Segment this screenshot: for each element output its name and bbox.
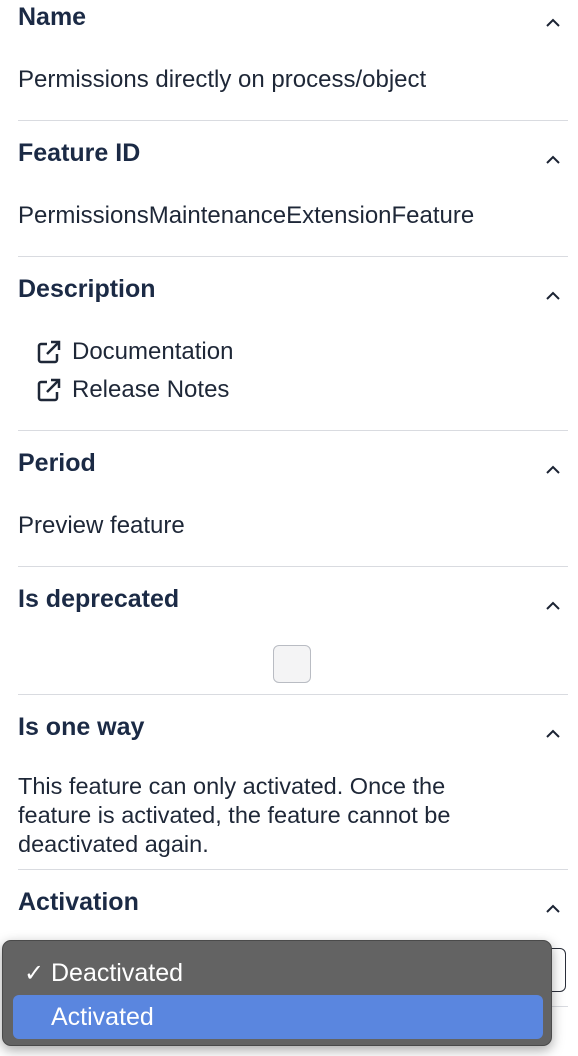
is-deprecated-checkbox[interactable]	[273, 645, 311, 683]
option-label: Deactivated	[51, 958, 184, 987]
option-label: Activated	[51, 1002, 154, 1031]
release-notes-link[interactable]: Release Notes	[36, 376, 229, 404]
period-value: Preview feature	[18, 512, 185, 539]
option-deactivated[interactable]: ✓ Deactivated	[13, 951, 543, 995]
section-title-name: Name	[18, 3, 87, 31]
chevron-up-icon[interactable]	[546, 153, 560, 167]
chevron-up-icon[interactable]	[546, 289, 560, 303]
external-link-icon	[36, 339, 62, 365]
is-one-way-description: This feature can only activated. Once th…	[18, 772, 528, 859]
section-title-period: Period	[18, 449, 96, 477]
chevron-up-icon[interactable]	[546, 727, 560, 741]
section-title-is-one-way: Is one way	[18, 713, 145, 741]
chevron-up-icon[interactable]	[546, 463, 560, 477]
section-feature-id: Feature ID PermissionsMaintenanceExtensi…	[18, 121, 568, 256]
description-line: feature is activated, the feature cannot…	[18, 802, 451, 828]
section-period: Period Preview feature	[18, 431, 568, 566]
section-is-one-way: Is one way This feature can only activat…	[18, 695, 568, 869]
chevron-up-icon[interactable]	[546, 599, 560, 613]
checkmark-icon: ✓	[23, 959, 45, 987]
option-activated[interactable]: Activated	[13, 995, 543, 1039]
chevron-up-icon[interactable]	[546, 902, 560, 916]
feature-id-value: PermissionsMaintenanceExtensionFeature	[18, 202, 475, 229]
description-line: This feature can only activated. Once th…	[18, 773, 446, 799]
activation-dropdown-menu: ✓ Deactivated Activated	[2, 940, 552, 1046]
section-title-description: Description	[18, 275, 156, 303]
section-description: Description Documentation Release Notes	[18, 257, 568, 430]
section-title-is-deprecated: Is deprecated	[18, 585, 180, 613]
documentation-link-label[interactable]: Documentation	[72, 338, 233, 366]
external-link-icon	[36, 377, 62, 403]
section-title-feature-id: Feature ID	[18, 139, 141, 167]
section-name: Name Permissions directly on process/obj…	[18, 0, 568, 120]
documentation-link[interactable]: Documentation	[36, 338, 233, 366]
release-notes-link-label[interactable]: Release Notes	[72, 376, 229, 404]
chevron-up-icon[interactable]	[546, 16, 560, 30]
description-line: deactivated again.	[18, 831, 209, 857]
section-title-activation: Activation	[18, 888, 139, 916]
name-value: Permissions directly on process/object	[18, 66, 427, 93]
section-is-deprecated: Is deprecated	[18, 567, 568, 694]
